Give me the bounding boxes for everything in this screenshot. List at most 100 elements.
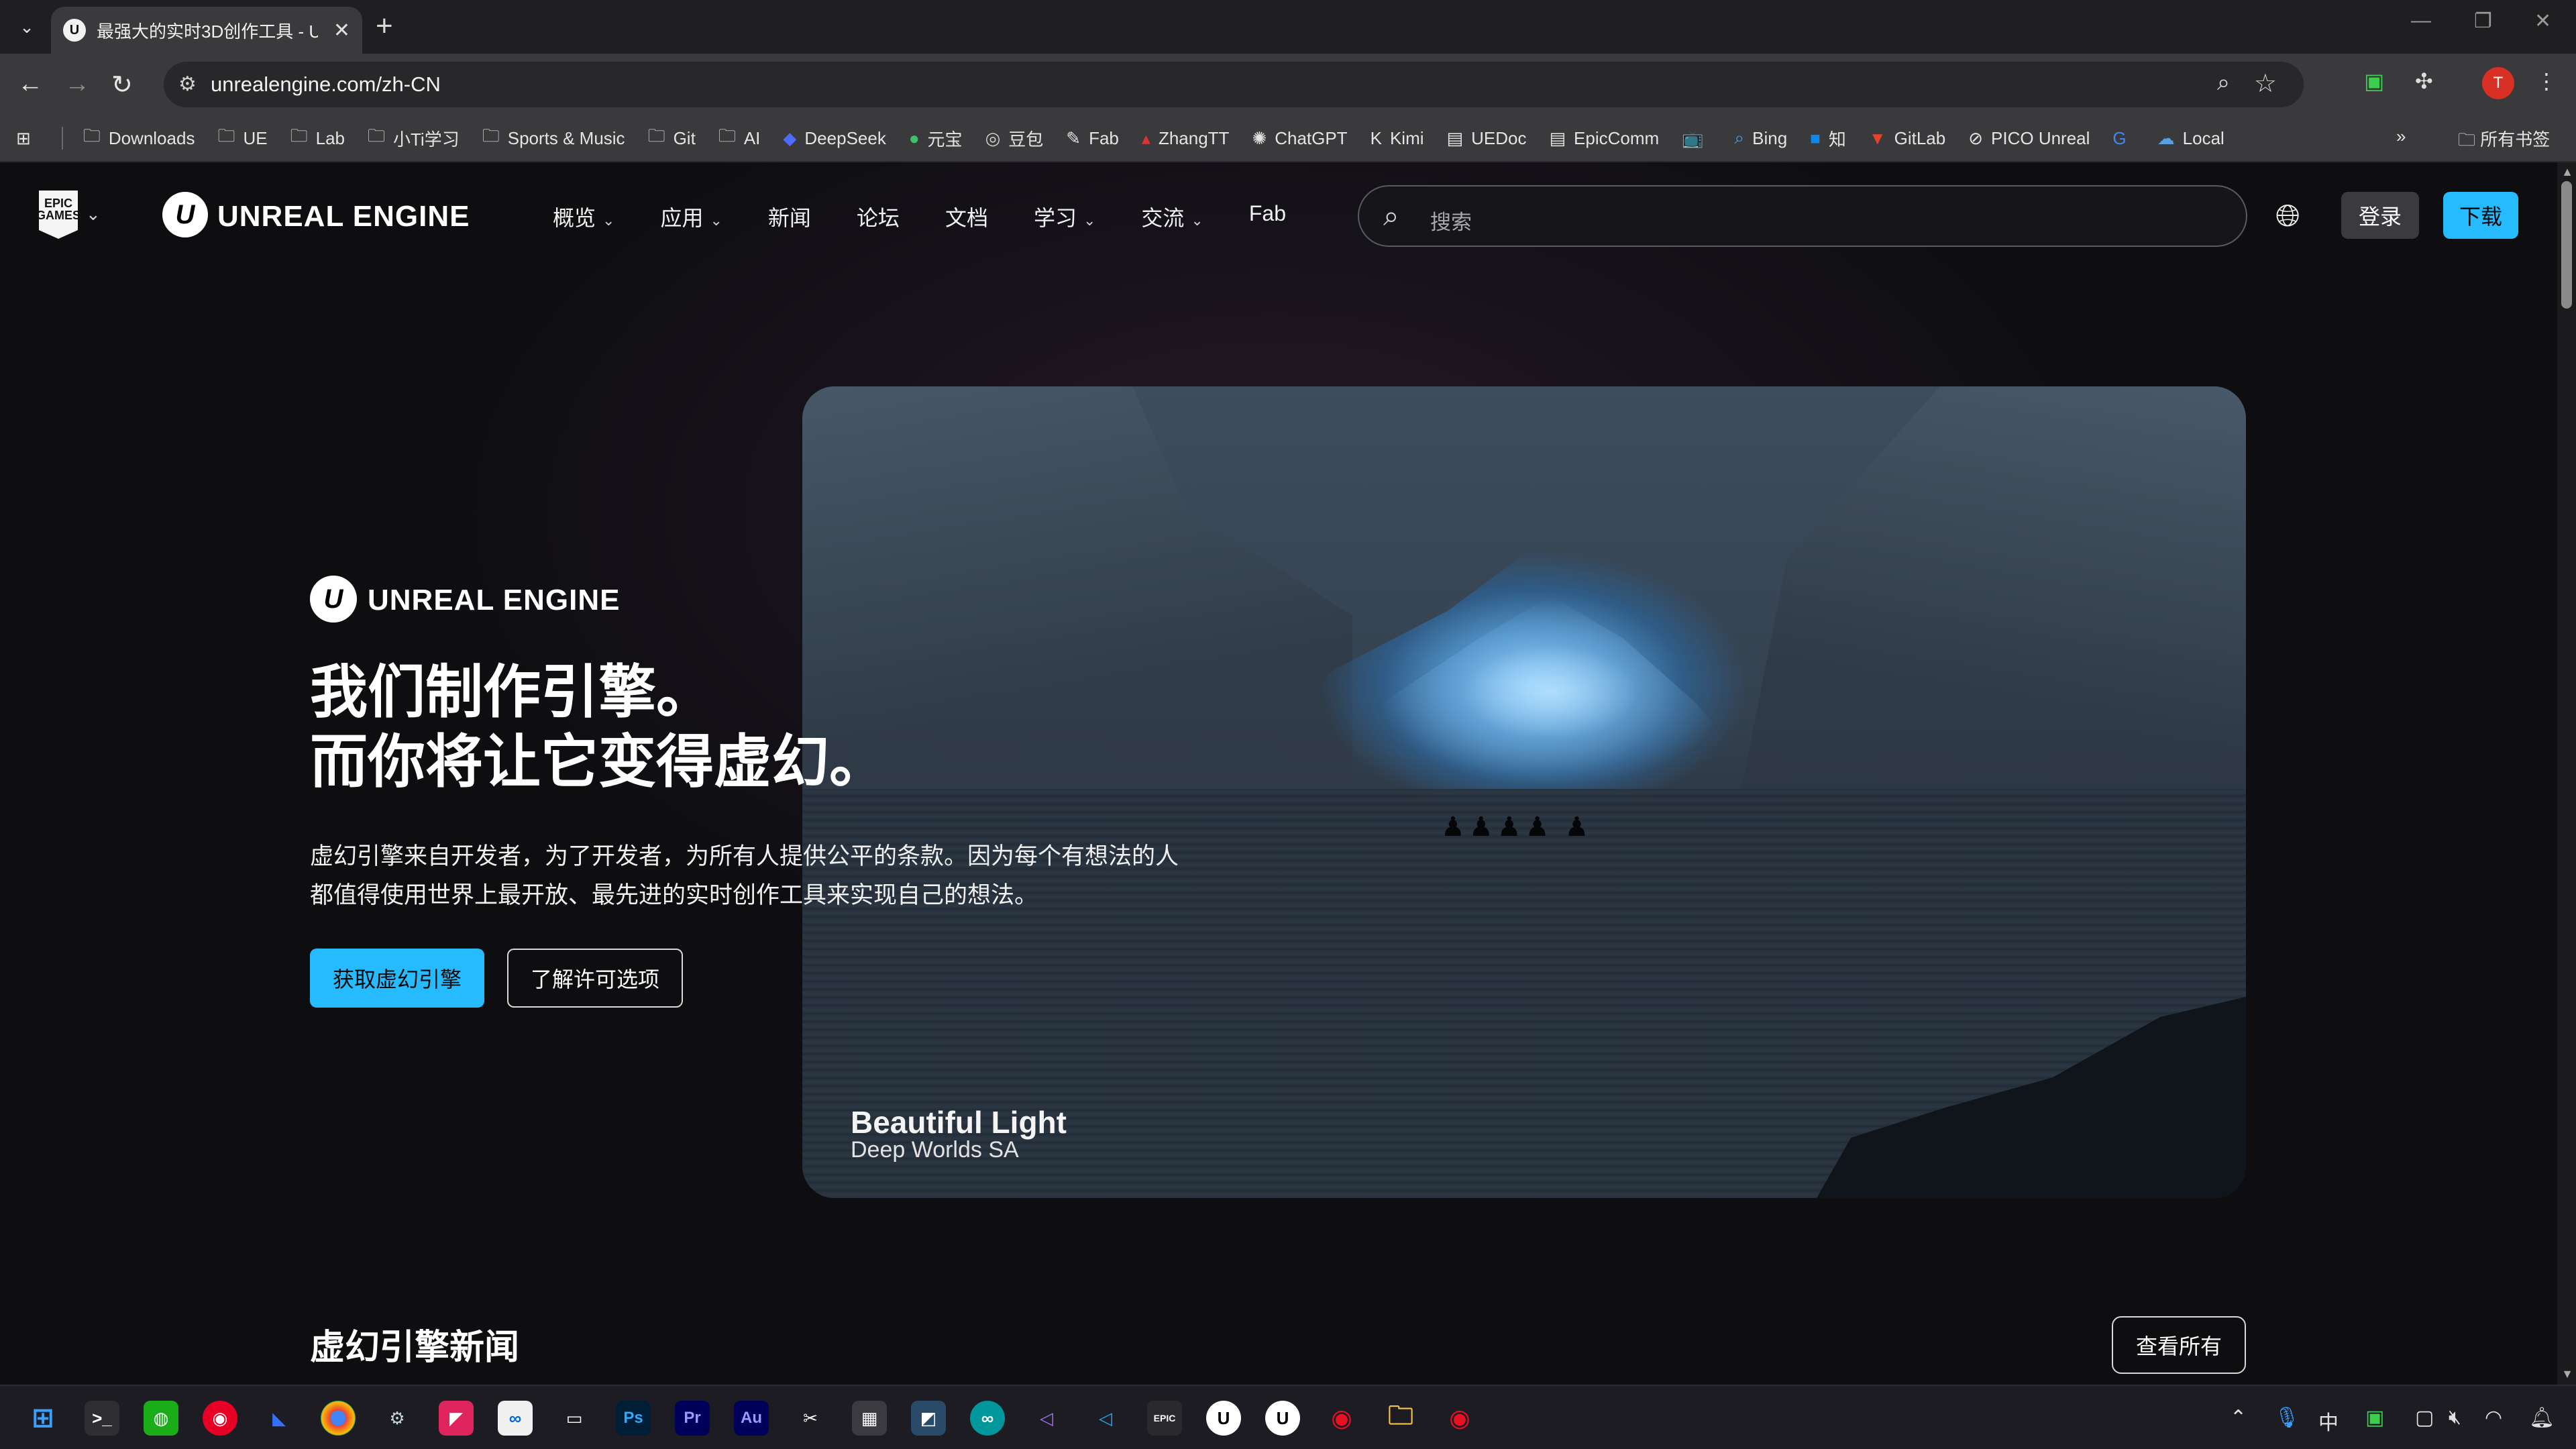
forward-icon[interactable]: → — [64, 70, 90, 99]
bookmark-item[interactable]: ■ 知 — [1810, 126, 1846, 151]
address-bar[interactable]: ⚙ unrealengine.com/zh-CN ⌕ ☆ — [164, 62, 2304, 107]
restore-icon[interactable]: ❐ — [2474, 9, 2492, 33]
minimize-icon[interactable]: — — [2411, 9, 2431, 32]
bookmark-item[interactable]: 🗀 Lab — [290, 123, 345, 153]
netease-music-icon[interactable]: ◉ — [203, 1401, 237, 1436]
audition-icon[interactable]: Au — [734, 1401, 769, 1436]
close-icon[interactable]: ✕ — [333, 19, 350, 42]
hero-image[interactable]: ♟♟♟♟ ♟ Beautiful Light Deep Worlds SA — [802, 386, 2246, 1198]
nav-fab[interactable]: Fab — [1249, 201, 1286, 232]
start-icon[interactable]: ⊞ — [25, 1401, 60, 1436]
bookmark-item[interactable]: ▤ UEDoc — [1447, 128, 1527, 149]
tray-overflow-icon[interactable]: ⌃ — [2230, 1406, 2247, 1430]
tray-app-icon[interactable]: ▣ — [2365, 1406, 2384, 1430]
bookmark-item[interactable]: 🗀 Sports & Music — [482, 123, 625, 153]
login-button[interactable]: 登录 — [2341, 192, 2419, 239]
nav-overview[interactable]: 概览 ⌄ — [553, 201, 614, 232]
bookmark-item[interactable]: 🗀 UE — [217, 123, 267, 153]
more-bookmarks-icon[interactable]: » — [2396, 126, 2406, 147]
steam-icon[interactable]: ⚙ — [380, 1401, 415, 1436]
bookmark-item[interactable]: ✎ Fab — [1066, 128, 1119, 149]
tab-search-button[interactable]: ⌄ — [11, 11, 43, 43]
bookmark-item[interactable]: 🗀 小Ti学习 — [368, 123, 460, 153]
bookmark-item[interactable]: ● 元宝 — [909, 126, 963, 151]
nav-news[interactable]: 新闻 — [768, 201, 811, 232]
calculator-icon[interactable]: ▦ — [852, 1401, 887, 1436]
bookmark-item[interactable]: ▼ GitLab — [1869, 128, 1945, 149]
brand-wordmark[interactable]: UNREAL ENGINE — [217, 200, 470, 233]
feishu-icon[interactable]: ◣ — [262, 1401, 297, 1436]
volume-muted-icon[interactable]: 🔇︎ — [2449, 1406, 2461, 1429]
bookmark-item[interactable]: ◆ DeepSeek — [783, 128, 885, 149]
bookmark-item[interactable]: ⊘ PICO Unreal — [1968, 128, 2090, 149]
premiere-icon[interactable]: Pr — [675, 1401, 710, 1436]
new-tab-button[interactable]: + — [376, 9, 393, 43]
network-icon[interactable]: ◠ — [2485, 1406, 2502, 1430]
bookmark-item[interactable]: 🗀 Downloads — [83, 123, 195, 153]
bookmark-item[interactable]: 🗀 Git — [648, 123, 696, 153]
chrome-icon[interactable] — [321, 1401, 356, 1436]
display-icon[interactable]: ▢ — [2415, 1406, 2434, 1430]
bookmark-item[interactable]: ☁ Local — [2157, 128, 2224, 149]
epic-games-logo[interactable]: EPIC GAMES — [39, 191, 78, 239]
nav-applications[interactable]: 应用 ⌄ — [660, 201, 722, 232]
photoshop-icon[interactable]: Ps — [616, 1401, 651, 1436]
bookmark-item[interactable]: ◎ 豆包 — [985, 126, 1044, 151]
globe-icon[interactable]: 🌐︎ — [2275, 197, 2300, 235]
vscode-icon[interactable]: ◁ — [1088, 1401, 1123, 1436]
oculus-icon[interactable]: ▭ — [557, 1401, 592, 1436]
app-icon[interactable]: ◤ — [439, 1401, 474, 1436]
nav-learn[interactable]: 学习 ⌄ — [1034, 201, 1095, 232]
bookmark-item[interactable]: 📺 — [1682, 128, 1711, 149]
profile-avatar[interactable]: T — [2482, 67, 2514, 99]
record-icon[interactable]: ◉ — [1442, 1401, 1477, 1436]
bookmark-item[interactable]: ✺ ChatGPT — [1252, 128, 1347, 149]
licensing-options-button[interactable]: 了解许可选项 — [507, 949, 683, 1008]
scroll-down-icon[interactable]: ▼ — [2561, 1367, 2573, 1381]
microphone-icon[interactable]: 🎙︎ — [2274, 1406, 2300, 1430]
extensions-puzzle-icon[interactable]: ✣ — [2415, 68, 2433, 94]
nav-community[interactable]: 交流 ⌄ — [1141, 201, 1203, 232]
bookmark-item[interactable]: ▴ ZhangTT — [1142, 128, 1230, 149]
bookmark-item[interactable]: ⌕ Bing — [1735, 127, 1788, 149]
bookmark-item[interactable]: 🗀 AI — [718, 123, 761, 153]
unreal-logo-icon[interactable]: U — [162, 192, 208, 237]
url-text[interactable]: unrealengine.com/zh-CN — [211, 72, 441, 97]
reload-icon[interactable]: ↻ — [111, 70, 133, 100]
terminal-icon[interactable]: >_ — [85, 1401, 119, 1436]
scroll-up-icon[interactable]: ▲ — [2561, 165, 2573, 179]
download-button[interactable]: 下载 — [2443, 192, 2518, 239]
input-language[interactable]: 中 — [2318, 1406, 2339, 1436]
bookmark-star-icon[interactable]: ☆ — [2254, 68, 2277, 99]
all-bookmarks[interactable]: 🗀 所有书签 — [2458, 126, 2550, 157]
arduino-icon[interactable]: ∞ — [970, 1401, 1005, 1436]
chevron-down-icon[interactable]: ⌄ — [86, 204, 101, 225]
capcut-icon[interactable]: ✂ — [793, 1401, 828, 1436]
bookmark-item[interactable]: K Kimi — [1371, 128, 1424, 149]
site-info-icon[interactable]: ⚙ — [178, 72, 197, 96]
wechat-icon[interactable]: ◍ — [144, 1401, 178, 1436]
epic-games-icon[interactable]: EPIC — [1147, 1401, 1182, 1436]
unreal-icon[interactable]: U — [1206, 1401, 1241, 1436]
view-all-button[interactable]: 查看所有 — [2112, 1316, 2246, 1374]
bookmark-item[interactable]: ▤ EpicComm — [1549, 128, 1659, 149]
extension-green-icon[interactable]: ▣ — [2364, 68, 2384, 94]
unreal-icon[interactable]: U — [1265, 1401, 1300, 1436]
mysql-icon[interactable]: ◩ — [911, 1401, 946, 1436]
close-window-icon[interactable]: ✕ — [2534, 9, 2551, 33]
site-search-input[interactable]: ⌕ 搜索 — [1358, 185, 2247, 247]
bookmark-item[interactable]: G — [2112, 128, 2134, 149]
nav-docs[interactable]: 文档 — [945, 201, 988, 232]
record-icon[interactable]: ◉ — [1324, 1401, 1359, 1436]
more-menu-icon[interactable]: ⋮ — [2536, 68, 2557, 94]
nav-forums[interactable]: 论坛 — [857, 201, 900, 232]
page-scrollbar[interactable]: ▲ ▼ — [2557, 162, 2576, 1385]
file-explorer-icon[interactable]: 🗀 — [1383, 1401, 1418, 1436]
browser-tab[interactable]: U 最强大的实时3D创作工具 - Unreal ✕ — [51, 7, 362, 54]
apps-grid-icon[interactable]: ⊞ — [16, 128, 39, 149]
meta-icon[interactable]: ∞ — [498, 1401, 533, 1436]
notification-bell-icon[interactable]: 🔔︎ — [2529, 1406, 2555, 1430]
get-unreal-button[interactable]: 获取虚幻引擎 — [310, 949, 484, 1008]
back-icon[interactable]: ← — [17, 70, 43, 99]
visual-studio-icon[interactable]: ◁ — [1029, 1401, 1064, 1436]
